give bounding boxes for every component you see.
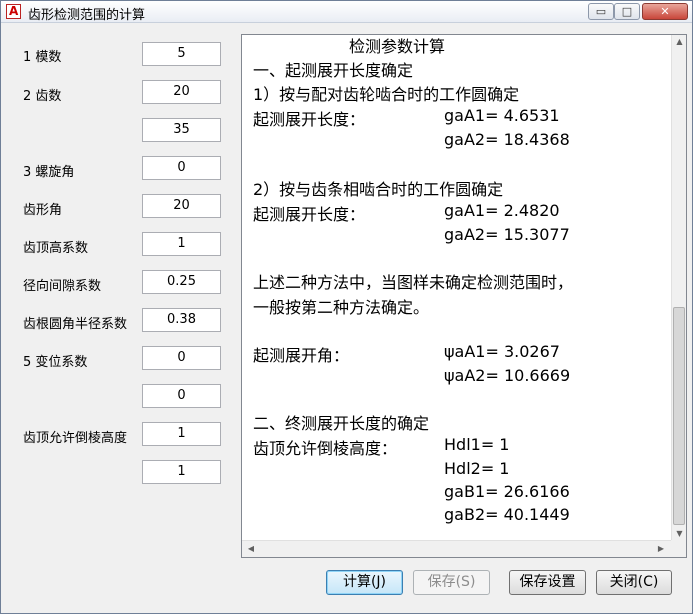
save-settings-button[interactable]: 保存设置 bbox=[509, 570, 586, 595]
module-input[interactable]: 5 bbox=[142, 42, 221, 66]
note-line-2: 一般按第二种方法确定。 bbox=[253, 298, 430, 317]
param-label-teeth: 2 齿数 bbox=[23, 89, 62, 104]
root-radius-coef-input[interactable]: 0.38 bbox=[142, 308, 221, 332]
save-button[interactable]: 保存(S) bbox=[413, 570, 490, 595]
app-logo-icon: A bbox=[6, 4, 21, 19]
scroll-right-arrow-icon[interactable]: ▶ bbox=[656, 544, 666, 553]
vertical-scrollbar[interactable]: ▲ ▼ bbox=[671, 35, 686, 540]
teeth-count-2-input[interactable]: 35 bbox=[142, 118, 221, 142]
horizontal-scrollbar[interactable]: ◀ ▶ bbox=[242, 540, 671, 557]
param-label-clearance-coef: 径向间隙系数 bbox=[23, 279, 102, 294]
method-1-title: 1）按与配对齿轮啮合时的工作圆确定 bbox=[253, 85, 520, 104]
chamfer-height-1-input[interactable]: 1 bbox=[142, 422, 221, 446]
teeth-count-1-input[interactable]: 20 bbox=[142, 80, 221, 104]
param-label-chamfer-height: 齿顶允许倒棱高度 bbox=[23, 431, 128, 446]
section-1-title: 一、起测展开长度确定 bbox=[253, 61, 414, 80]
param-label-module: 1 模数 bbox=[23, 50, 62, 65]
vertical-scroll-thumb[interactable] bbox=[673, 307, 685, 525]
gaB1-value: gaB1= 26.6166 bbox=[444, 482, 570, 501]
shift-coef-1-input[interactable]: 0 bbox=[142, 346, 221, 370]
start-length-label-1: 起测展开长度： bbox=[253, 110, 366, 129]
helix-angle-input[interactable]: 0 bbox=[142, 156, 221, 180]
window-title: 齿形检测范围的计算 bbox=[28, 8, 146, 23]
gaA2-value-1: gaA2= 18.4368 bbox=[444, 130, 570, 149]
calculate-button[interactable]: 计算(J) bbox=[326, 570, 403, 595]
maximize-button[interactable]: □ bbox=[614, 3, 640, 20]
scroll-up-arrow-icon[interactable]: ▲ bbox=[672, 37, 687, 46]
section-2-title: 二、终测展开长度的确定 bbox=[253, 414, 430, 433]
chamfer-height-2-input[interactable]: 1 bbox=[142, 460, 221, 484]
gaA1-value-1: gaA1= 4.6531 bbox=[444, 106, 560, 125]
scrollbar-corner bbox=[671, 540, 686, 557]
param-label-helix-angle: 3 螺旋角 bbox=[23, 165, 75, 180]
param-label-addendum-coef: 齿顶高系数 bbox=[23, 241, 89, 256]
start-length-label-2: 起测展开长度： bbox=[253, 205, 366, 224]
note-line-1: 上述二种方法中，当图样未确定检测范围时， bbox=[253, 273, 574, 292]
shift-coef-2-input[interactable]: 0 bbox=[142, 384, 221, 408]
results-content: 检测参数计算 一、起测展开长度确定 1）按与配对齿轮啮合时的工作圆确定 起测展开… bbox=[242, 35, 671, 540]
gaA1-value-2: gaA1= 2.4820 bbox=[444, 201, 560, 220]
results-textarea[interactable]: 检测参数计算 一、起测展开长度确定 1）按与配对齿轮啮合时的工作圆确定 起测展开… bbox=[241, 34, 687, 558]
scroll-left-arrow-icon[interactable]: ◀ bbox=[246, 544, 256, 553]
minimize-button[interactable]: ▭ bbox=[588, 3, 614, 20]
param-label-shift-coef: 5 变位系数 bbox=[23, 355, 88, 370]
title-bar[interactable]: A 齿形检测范围的计算 ▭ □ ✕ bbox=[1, 1, 692, 23]
psi-aA2-value: ψaA2= 10.6669 bbox=[444, 366, 571, 385]
hdl2-value: Hdl2= 1 bbox=[444, 459, 510, 478]
chamfer-height-label: 齿顶允许倒棱高度： bbox=[253, 439, 398, 458]
pressure-angle-input[interactable]: 20 bbox=[142, 194, 221, 218]
param-label-pressure-angle: 齿形角 bbox=[23, 203, 63, 218]
app-window: A 齿形检测范围的计算 ▭ □ ✕ 1 模数 5 2 齿数 20 35 3 螺旋… bbox=[0, 0, 693, 614]
close-button[interactable]: 关闭(C) bbox=[596, 570, 672, 595]
gaB2-value: gaB2= 40.1449 bbox=[444, 505, 570, 524]
scroll-down-arrow-icon[interactable]: ▼ bbox=[672, 529, 687, 538]
gaA2-value-2: gaA2= 15.3077 bbox=[444, 225, 570, 244]
start-angle-label: 起测展开角： bbox=[253, 346, 350, 365]
param-label-root-radius-coef: 齿根圆角半径系数 bbox=[23, 317, 128, 332]
psi-aA1-value: ψaA1= 3.0267 bbox=[444, 342, 560, 361]
addendum-coef-input[interactable]: 1 bbox=[142, 232, 221, 256]
hdl1-value: Hdl1= 1 bbox=[444, 435, 510, 454]
results-heading: 检测参数计算 bbox=[349, 37, 446, 56]
method-2-title: 2）按与齿条相啮合时的工作圆确定 bbox=[253, 180, 504, 199]
clearance-coef-input[interactable]: 0.25 bbox=[142, 270, 221, 294]
close-window-button[interactable]: ✕ bbox=[642, 3, 688, 20]
